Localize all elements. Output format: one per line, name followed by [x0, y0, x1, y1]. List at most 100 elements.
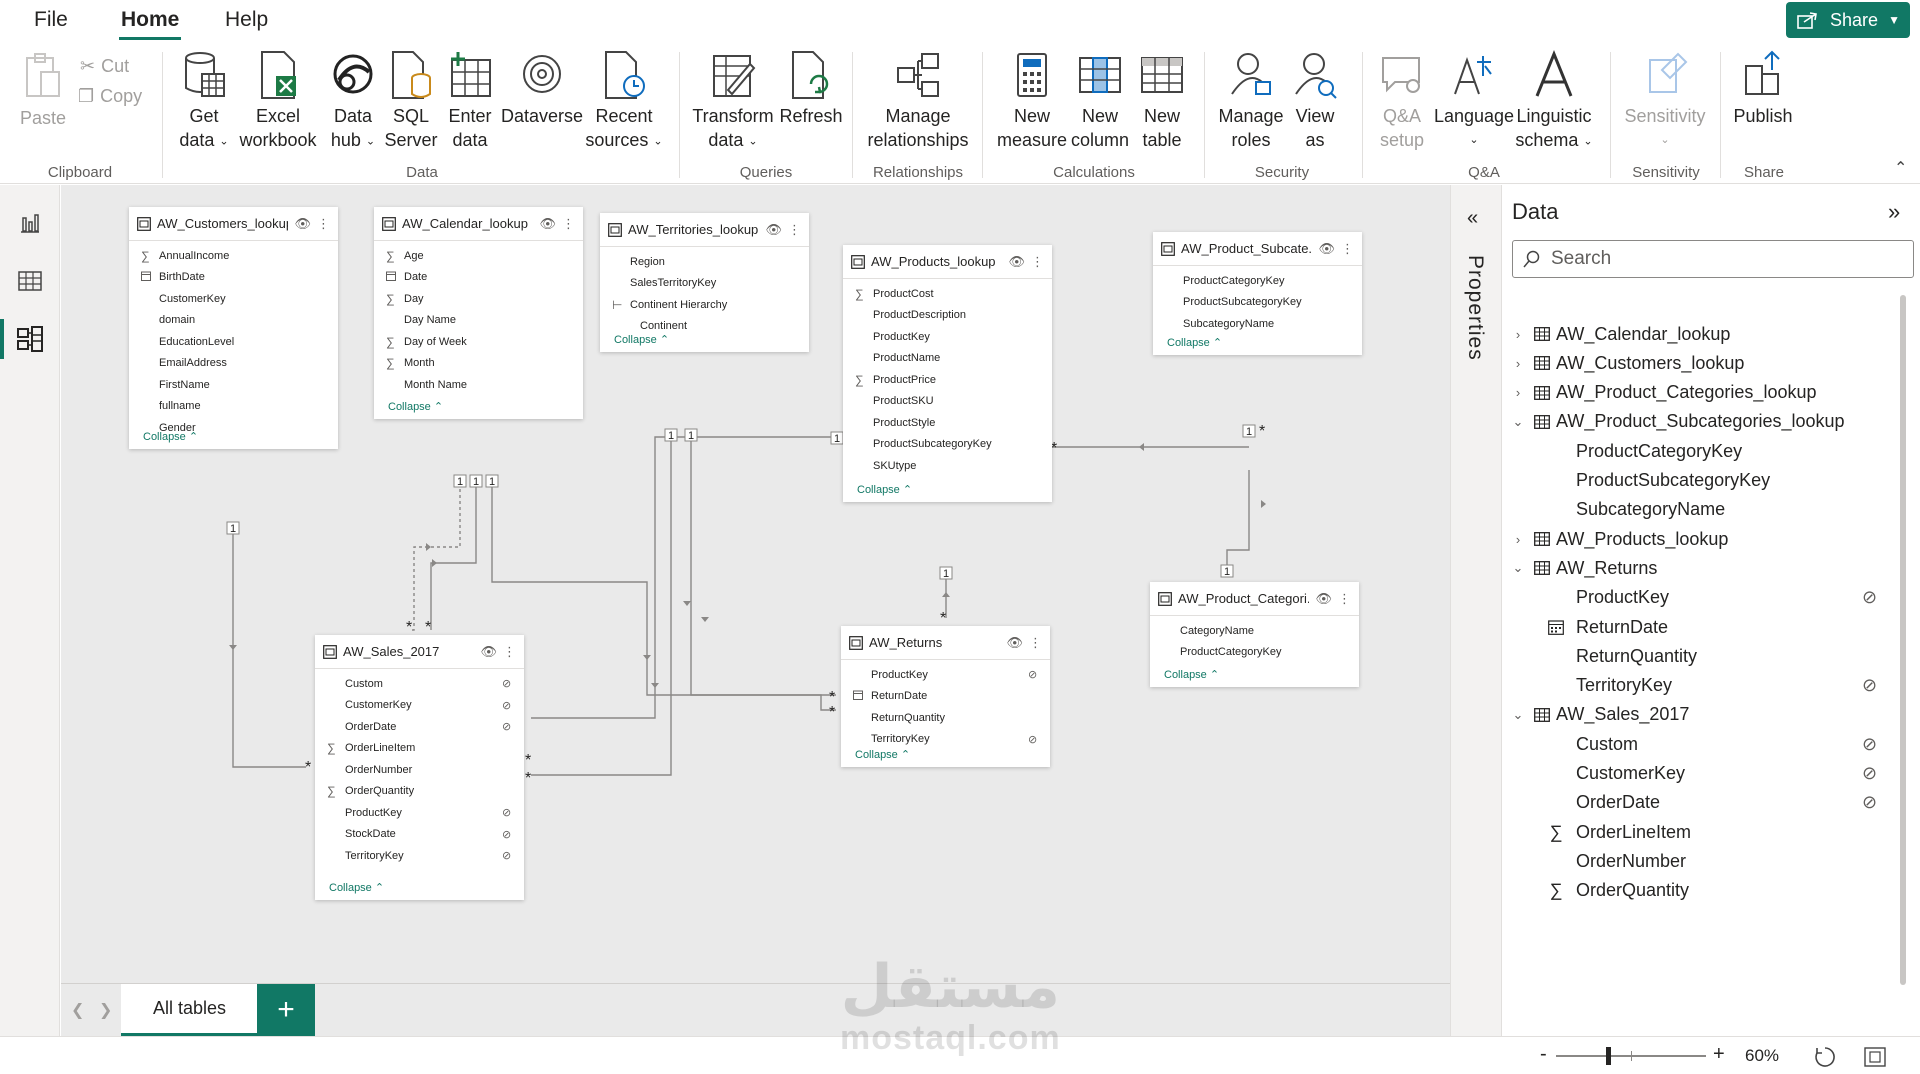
table-field-row[interactable]: Custom ⊘ — [315, 673, 524, 695]
copy-button[interactable]: ❐ Copy — [78, 86, 142, 107]
recent-sources-button[interactable]: Recent sources ⌄ — [584, 50, 664, 153]
data-hub-button[interactable]: Data hub ⌄ — [328, 50, 378, 153]
manage-relationships-button[interactable]: Manage relationships — [867, 50, 969, 152]
table-card-returns[interactable]: AW_Returns 👁 ⋮ ProductKey ⊘ ReturnDate ReturnQ… — [841, 626, 1050, 767]
reset-layout-icon[interactable] — [1813, 1045, 1837, 1069]
table-field-row[interactable]: ProductStyle — [843, 412, 1052, 434]
manage-roles-button[interactable]: Manage roles — [1216, 50, 1286, 152]
table-field-row[interactable]: ∑ Day — [374, 288, 583, 310]
more-options-icon[interactable]: ⋮ — [1341, 241, 1354, 257]
more-options-icon[interactable]: ⋮ — [562, 216, 575, 232]
table-card-header[interactable]: AW_Territories_lookup 👁 ⋮ — [600, 213, 809, 247]
table-field-row[interactable]: ProductKey ⊘ — [315, 802, 524, 824]
chevron-right-icon[interactable]: › — [1508, 356, 1528, 371]
zoom-slider-thumb[interactable] — [1606, 1047, 1611, 1065]
menu-tab-file[interactable]: File — [34, 8, 68, 32]
eye-icon[interactable]: 👁 — [1315, 591, 1332, 607]
table-field-row[interactable]: ∑ ProductPrice — [843, 369, 1052, 391]
table-card-customers[interactable]: AW_Customers_lookup 👁 ⋮ ∑ AnnualIncome BirthD… — [129, 207, 338, 449]
collapse-link[interactable]: Collapse ⌃ — [1164, 668, 1219, 681]
table-card-header[interactable]: AW_Returns 👁 ⋮ — [841, 626, 1050, 660]
refresh-button[interactable]: Refresh — [776, 50, 846, 128]
table-field-row[interactable]: BirthDate — [129, 267, 338, 289]
chevron-right-icon[interactable]: › — [1508, 327, 1528, 342]
collapse-link[interactable]: Collapse ⌃ — [1167, 336, 1222, 349]
more-options-icon[interactable]: ⋮ — [788, 222, 801, 238]
new-table-button[interactable]: New table — [1134, 50, 1190, 152]
data-search-input[interactable]: Search — [1512, 240, 1914, 278]
tab-all-tables[interactable]: All tables — [121, 984, 258, 1036]
table-card-header[interactable]: AW_Product_Subcate... 👁 ⋮ — [1153, 232, 1362, 266]
eye-icon[interactable]: 👁 — [294, 216, 311, 232]
collapse-link[interactable]: Collapse ⌃ — [614, 333, 669, 346]
data-field-node[interactable]: ∑ OrderQuantity — [1542, 873, 1902, 909]
view-as-button[interactable]: View as — [1290, 50, 1340, 152]
table-field-row[interactable]: CustomerKey — [129, 288, 338, 310]
chevron-down-icon[interactable]: ⌄ — [1508, 707, 1528, 723]
data-pane-scrollbar[interactable] — [1900, 295, 1906, 985]
menu-tab-help[interactable]: Help — [225, 8, 268, 32]
more-options-icon[interactable]: ⋮ — [1029, 635, 1042, 651]
cut-button[interactable]: ✂ Cut — [80, 56, 129, 77]
menu-tab-home[interactable]: Home — [118, 8, 182, 40]
add-layout-button[interactable]: + — [257, 984, 315, 1036]
table-field-row[interactable]: ∑ OrderQuantity — [315, 781, 524, 803]
table-field-row[interactable]: ∑ ProductCost — [843, 283, 1052, 305]
table-card-product-categories[interactable]: AW_Product_Categori... 👁 ⋮ CategoryName Prod… — [1150, 582, 1359, 687]
table-field-row[interactable]: ProductCategoryKey — [1150, 642, 1359, 664]
table-field-row[interactable]: Date — [374, 267, 583, 289]
more-options-icon[interactable]: ⋮ — [317, 216, 330, 232]
sensitivity-button[interactable]: Sensitivity ⌄ — [1620, 50, 1710, 152]
table-field-row[interactable]: Day Name — [374, 310, 583, 332]
table-field-row[interactable]: EducationLevel — [129, 331, 338, 353]
table-card-header[interactable]: AW_Customers_lookup 👁 ⋮ — [129, 207, 338, 241]
model-diagram-canvas[interactable]: 1 * 1 1 1 * * 1 1 1 * * * * 1 * * 1 * 1 … — [61, 185, 1450, 983]
table-field-row[interactable]: Month Name — [374, 374, 583, 396]
table-field-row[interactable]: Region — [600, 251, 809, 273]
table-field-row[interactable]: ⊢ Continent Hierarchy — [600, 294, 809, 316]
publish-button[interactable]: Publish — [1728, 50, 1798, 128]
table-field-row[interactable]: ReturnDate — [841, 686, 1050, 708]
chevron-down-icon[interactable]: ⌄ — [1508, 560, 1528, 576]
table-field-row[interactable]: domain — [129, 310, 338, 332]
eye-icon[interactable]: 👁 — [1008, 254, 1025, 270]
table-field-row[interactable]: ProductKey ⊘ — [841, 664, 1050, 686]
chevron-right-icon[interactable]: ❯ — [99, 1000, 112, 1020]
eye-icon[interactable]: 👁 — [1006, 635, 1023, 651]
language-button[interactable]: Language ⌄ — [1434, 50, 1514, 152]
more-options-icon[interactable]: ⋮ — [1338, 591, 1351, 607]
table-field-row[interactable]: fullname — [129, 396, 338, 418]
qa-setup-button[interactable]: Q&A setup — [1374, 50, 1430, 152]
eye-icon[interactable]: 👁 — [539, 216, 556, 232]
table-field-row[interactable]: OrderDate ⊘ — [315, 716, 524, 738]
table-field-row[interactable]: ∑ OrderLineItem — [315, 738, 524, 760]
table-card-header[interactable]: AW_Product_Categori... 👁 ⋮ — [1150, 582, 1359, 616]
share-button[interactable]: Share ▼ — [1786, 2, 1910, 38]
properties-label[interactable]: Properties — [1463, 255, 1487, 361]
table-card-header[interactable]: AW_Products_lookup 👁 ⋮ — [843, 245, 1052, 279]
table-field-row[interactable]: CustomerKey ⊘ — [315, 695, 524, 717]
zoom-in-button[interactable]: + — [1713, 1043, 1725, 1066]
table-field-row[interactable]: ∑ Month — [374, 353, 583, 375]
table-field-row[interactable]: CategoryName — [1150, 620, 1359, 642]
table-card-header[interactable]: AW_Calendar_lookup 👁 ⋮ — [374, 207, 583, 241]
table-field-row[interactable]: OrderNumber — [315, 759, 524, 781]
model-view-button[interactable] — [0, 313, 60, 365]
table-card-products[interactable]: AW_Products_lookup 👁 ⋮ ∑ ProductCost ProductD… — [843, 245, 1052, 502]
more-options-icon[interactable]: ⋮ — [1031, 254, 1044, 270]
table-field-row[interactable]: ProductSubcategoryKey — [1153, 292, 1362, 314]
table-field-row[interactable]: ProductSubcategoryKey — [843, 434, 1052, 456]
expand-properties-icon[interactable]: « — [1467, 207, 1478, 230]
table-view-button[interactable] — [0, 255, 60, 307]
linguistic-schema-button[interactable]: Linguistic schema ⌄ — [1514, 50, 1594, 153]
table-field-row[interactable]: ProductKey — [843, 326, 1052, 348]
table-card-territories[interactable]: AW_Territories_lookup 👁 ⋮ Region SalesTerrit… — [600, 213, 809, 352]
collapse-link[interactable]: Collapse ⌃ — [143, 430, 198, 443]
table-card-calendar[interactable]: AW_Calendar_lookup 👁 ⋮ ∑ Age Date ∑ Day Day Name… — [374, 207, 583, 419]
zoom-level[interactable]: 60% — [1745, 1046, 1779, 1066]
new-column-button[interactable]: New column — [1066, 50, 1134, 152]
zoom-out-button[interactable]: - — [1540, 1043, 1547, 1066]
table-field-row[interactable]: ReturnQuantity — [841, 707, 1050, 729]
table-field-row[interactable]: ProductDescription — [843, 305, 1052, 327]
table-field-row[interactable]: TerritoryKey ⊘ — [841, 729, 1050, 751]
